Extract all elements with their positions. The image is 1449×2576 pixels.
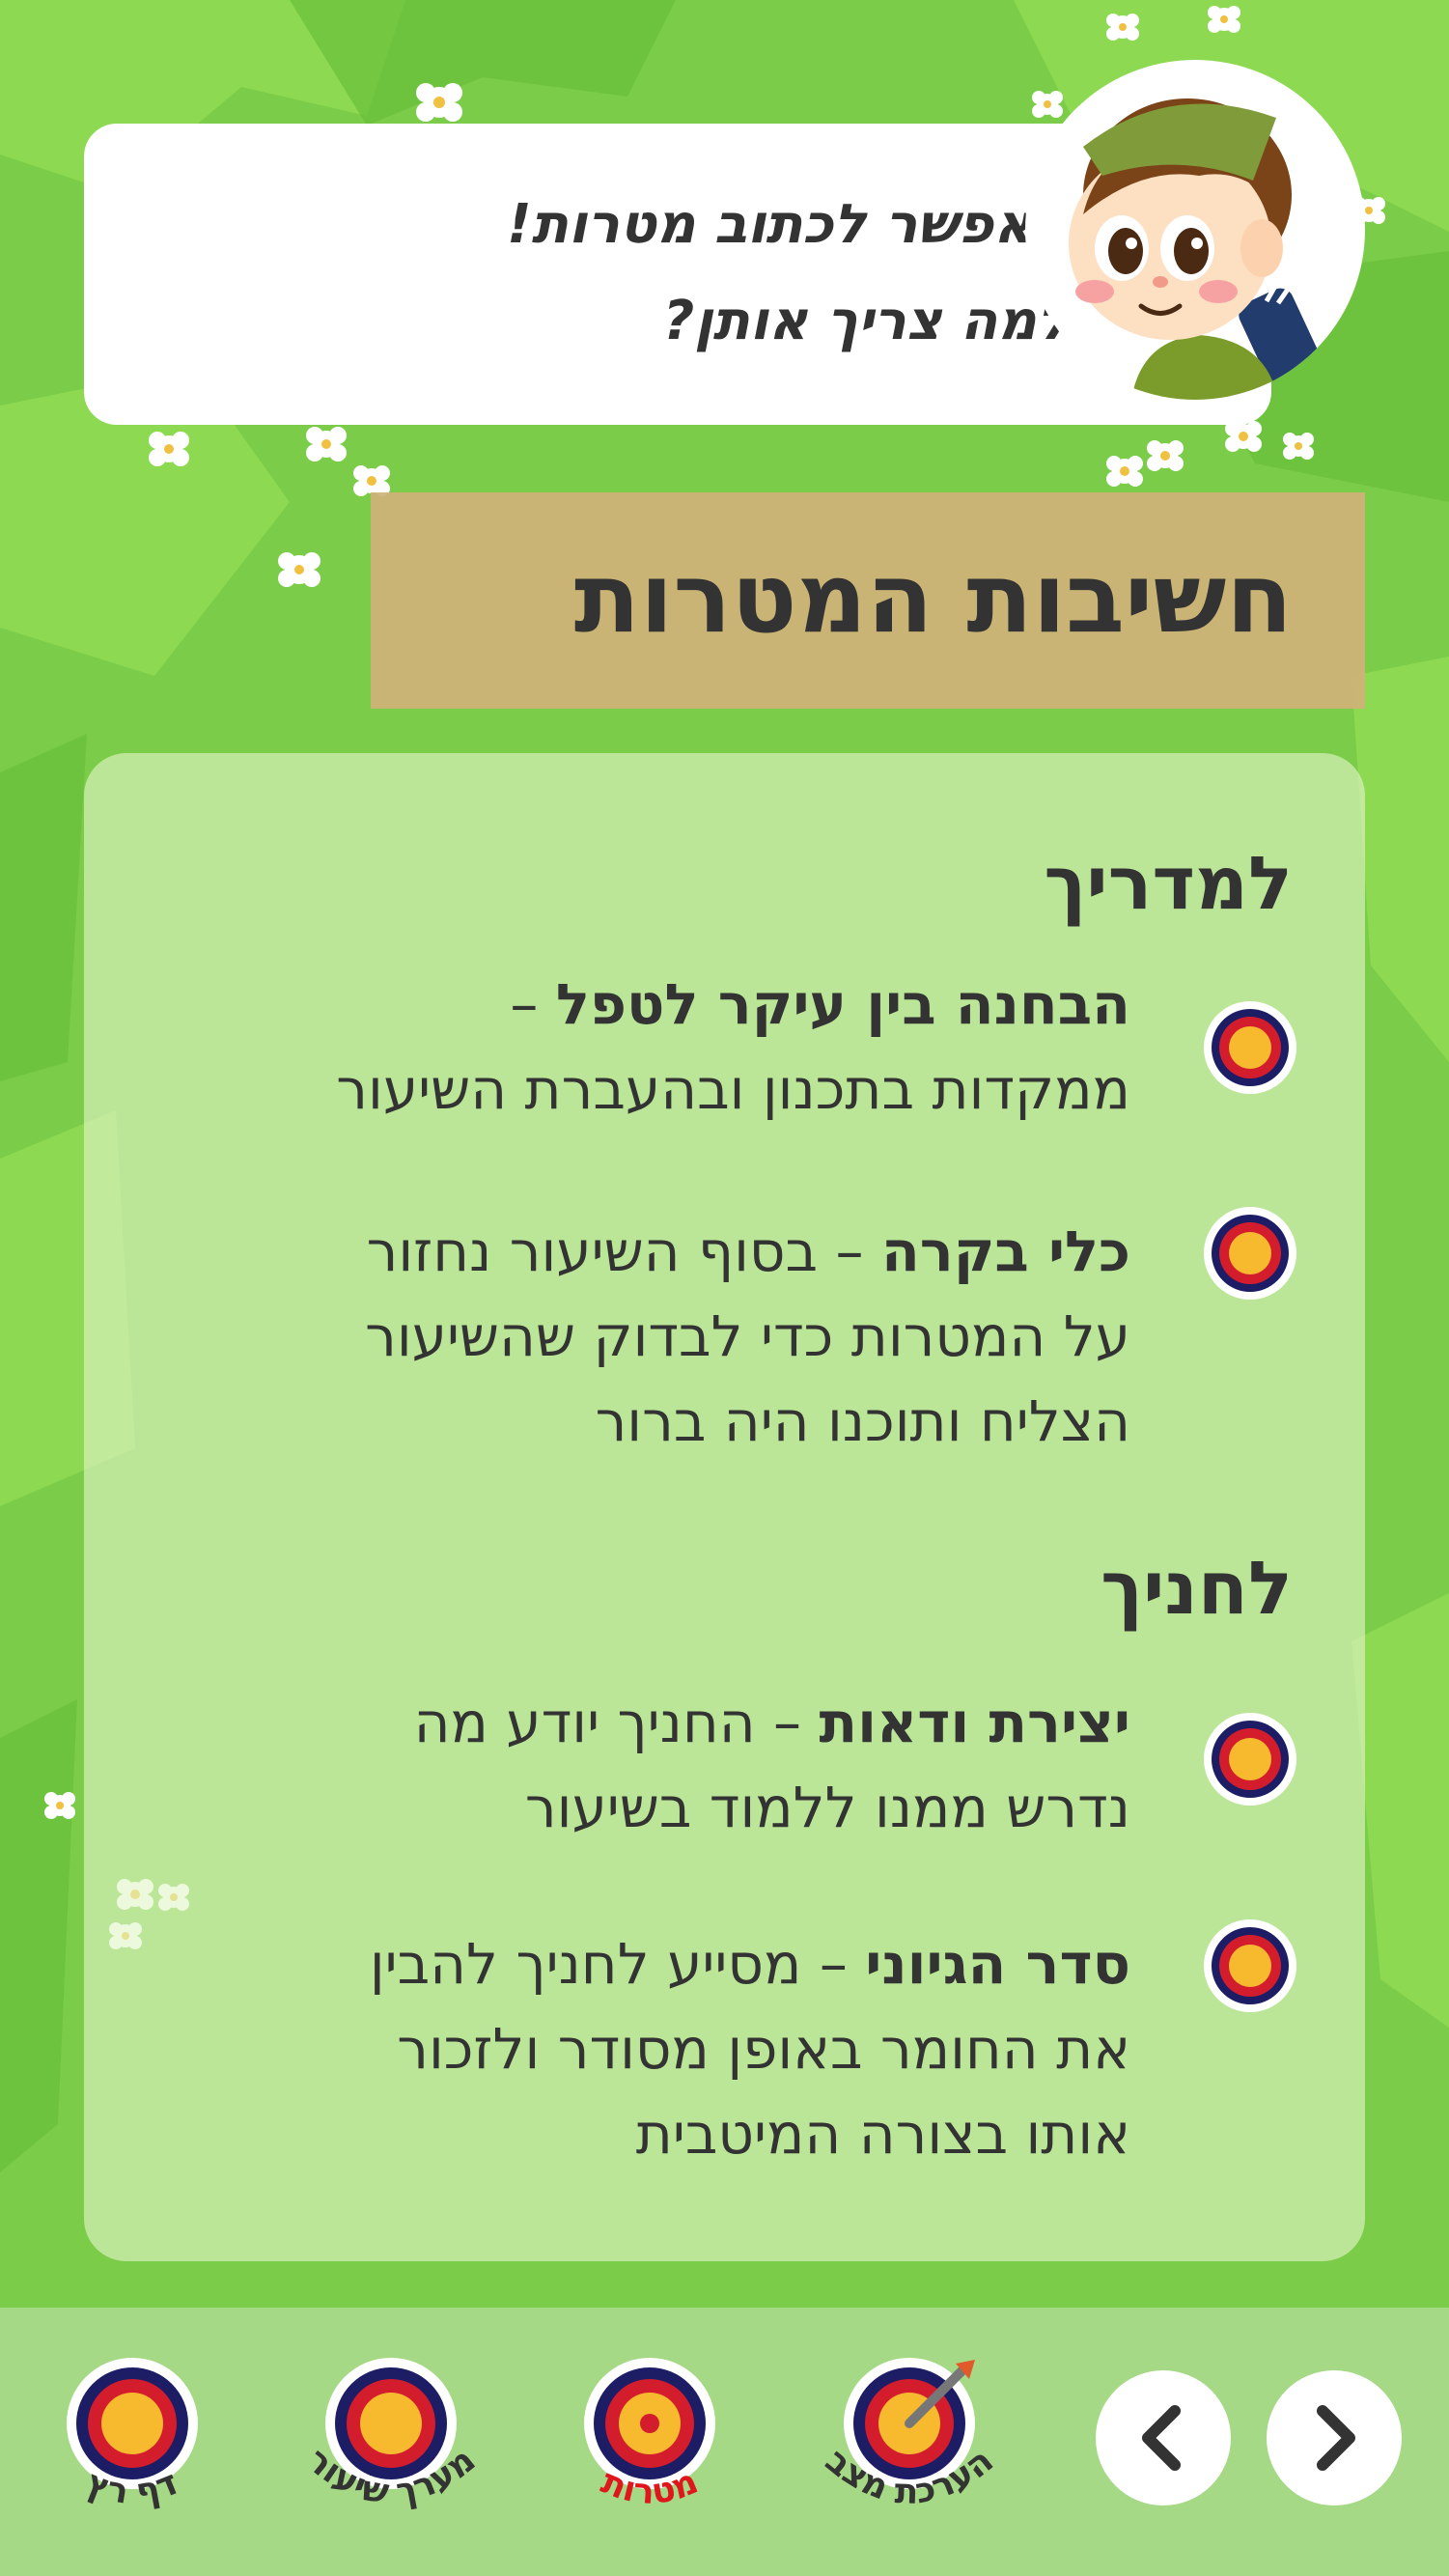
avatar — [1025, 60, 1365, 400]
item-line-2: ממקדות בתכנון ובהעברת השיעור — [336, 1056, 1130, 1122]
item-bold: סדר הגיוני — [865, 1931, 1130, 1997]
section-heading-trainee: לחניך — [1101, 1545, 1293, 1631]
target-bullet-icon — [1204, 1713, 1296, 1806]
nav-item-label: מטרות — [596, 2462, 704, 2512]
nav-label-situation-assessment: הערכת מצב — [818, 2441, 1000, 2512]
item-bold: יצירת ודאות — [819, 1690, 1130, 1755]
section-heading-instructor: למדריך — [1044, 840, 1293, 926]
target-bullet-icon — [1204, 1207, 1296, 1300]
list-item: סדר הגיוני – מסייע לחניך להבין את החומר … — [370, 1921, 1130, 2176]
item-text: – בסוף השיעור נחזור — [366, 1218, 881, 1284]
target-bullet-icon — [1204, 1919, 1296, 2012]
item-text: – — [510, 971, 556, 1037]
nav-item-label: דף רץ — [81, 2463, 184, 2512]
boy-archer-icon — [1069, 98, 1327, 400]
target-bullet-icon — [1204, 1001, 1296, 1094]
prev-button[interactable] — [1096, 2370, 1231, 2506]
list-item: הבחנה בין עיקר לטפל – ממקדות בתכנון ובהע… — [336, 962, 1130, 1132]
chevron-left-icon — [1142, 2405, 1181, 2471]
nav-label-goals: מטרות — [596, 2462, 704, 2512]
item-bold: הבחנה בין עיקר לטפל — [555, 971, 1130, 1037]
page-title: חשיבות המטרות — [573, 542, 1293, 655]
item-line-3: הצליח ותוכנו היה ברור — [595, 1388, 1130, 1454]
nav-label-running-page: דף רץ — [81, 2463, 184, 2512]
svg-text:דף רץ: דף רץ — [81, 2463, 184, 2512]
svg-text:מערך שיעור: מערך שיעור — [299, 2440, 484, 2512]
item-line-3: אותו בצורה המיטבית — [635, 2101, 1130, 2167]
item-bold: כלי בקרה — [880, 1218, 1130, 1284]
svg-text:מטרות: מטרות — [596, 2462, 704, 2512]
item-line-2: על המטרות כדי לבדוק שהשיעור — [365, 1303, 1130, 1369]
item-text: – מסייע לחניך להבין — [369, 1931, 866, 1997]
list-item: כלי בקרה – בסוף השיעור נחזור על המטרות כ… — [365, 1209, 1130, 1464]
chevron-right-icon — [1317, 2405, 1355, 2471]
item-text: – החניך יודע מה — [413, 1690, 820, 1755]
item-line-2: נדרש ממנו ללמוד בשיעור — [524, 1775, 1130, 1840]
list-item: יצירת ודאות – החניך יודע מה נדרש ממנו לל… — [414, 1680, 1130, 1850]
svg-text:הערכת מצב: הערכת מצב — [818, 2441, 1000, 2512]
nav-item-label: מערך שיעור — [299, 2440, 484, 2512]
item-line-2: את החומר באופן מסודר ולזכור — [397, 2016, 1130, 2082]
next-button[interactable] — [1267, 2370, 1402, 2506]
nav-item-label: הערכת מצב — [818, 2441, 1000, 2512]
nav-label-lesson-plan: מערך שיעור — [299, 2440, 484, 2512]
